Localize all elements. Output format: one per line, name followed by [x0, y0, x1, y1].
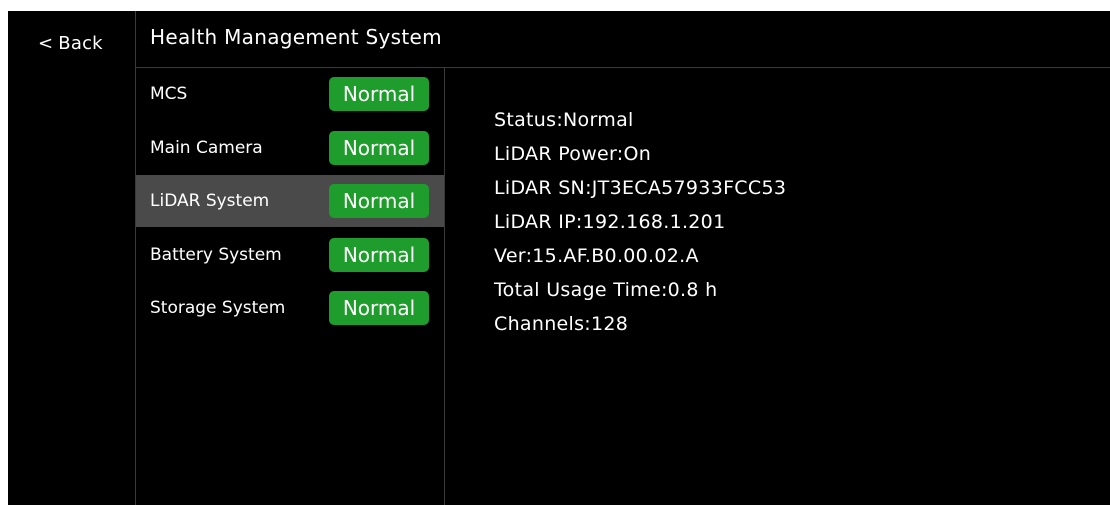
- detail-lidar-sn: LiDAR SN:JT3ECA57933FCC53: [494, 177, 787, 199]
- status-badge: Normal: [329, 291, 429, 325]
- lidar-details-panel: Status:Normal LiDAR Power:On LiDAR SN:JT…: [494, 103, 786, 341]
- module-label: Storage System: [150, 298, 286, 318]
- detail-lidar-power: LiDAR Power:On: [494, 143, 652, 165]
- module-label: LiDAR System: [150, 191, 270, 211]
- module-label: Main Camera: [150, 137, 263, 158]
- status-badge: Normal: [329, 130, 429, 165]
- detail-status: Status:Normal: [494, 109, 634, 131]
- detail-total-usage-time: Total Usage Time:0.8 h: [494, 279, 718, 301]
- module-item-battery-system[interactable]: Battery System Normal: [136, 229, 444, 281]
- status-badge: Normal: [329, 237, 429, 272]
- list-divider: [444, 67, 445, 505]
- page-title: Health Management System: [150, 25, 442, 49]
- health-management-screen: < Back Health Management System MCS Norma…: [8, 11, 1110, 505]
- detail-lidar-ip: LiDAR IP:192.168.1.201: [494, 211, 726, 233]
- status-badge: Normal: [329, 184, 429, 218]
- status-badge: Normal: [329, 77, 429, 111]
- back-label: Back: [58, 33, 103, 54]
- module-label: Battery System: [150, 244, 282, 265]
- detail-channels: Channels:128: [494, 313, 629, 335]
- chevron-left-icon: <: [38, 33, 54, 54]
- back-button[interactable]: < Back: [38, 33, 103, 54]
- module-item-storage-system[interactable]: Storage System Normal: [136, 282, 444, 334]
- module-list: MCS Normal Main Camera Normal LiDAR Syst…: [136, 68, 444, 336]
- detail-version: Ver:15.AF.B0.00.02.A: [494, 245, 699, 267]
- module-item-mcs[interactable]: MCS Normal: [136, 68, 444, 120]
- module-item-lidar-system[interactable]: LiDAR System Normal: [136, 175, 444, 227]
- module-label: MCS: [150, 84, 188, 104]
- module-item-main-camera[interactable]: Main Camera Normal: [136, 122, 444, 174]
